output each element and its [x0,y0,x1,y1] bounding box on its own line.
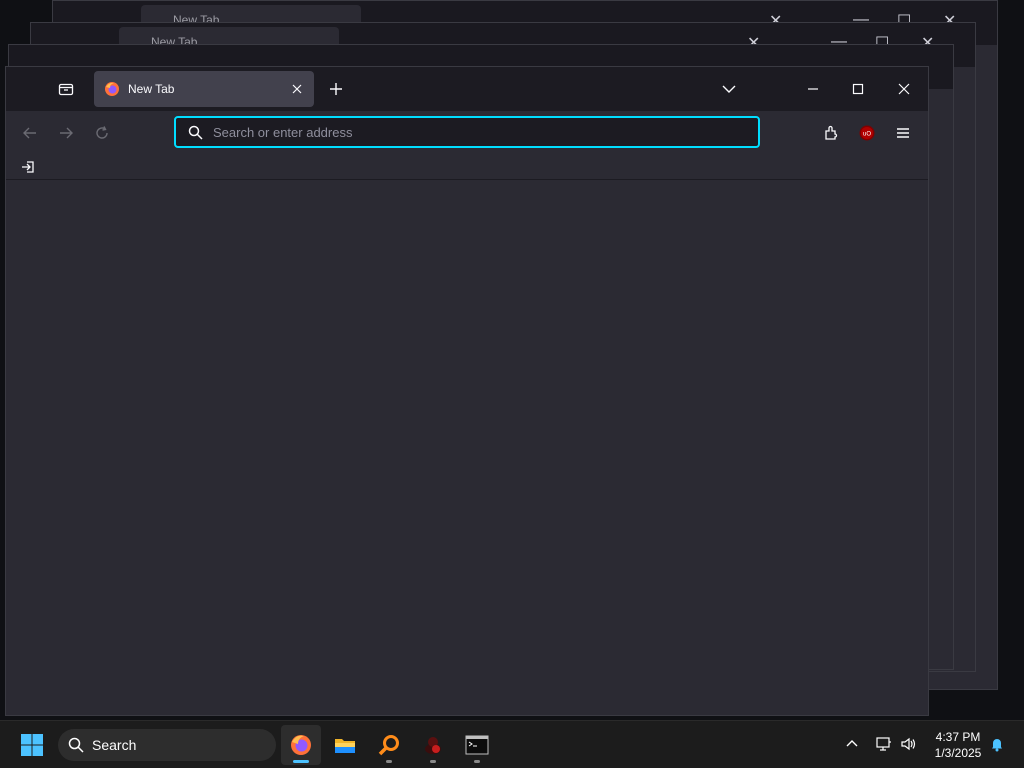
forward-icon[interactable] [52,119,80,147]
taskbar: Search 4:37 PM 1/3/2025 [0,720,1024,768]
ghidra-icon [425,737,441,754]
taskbar-file-explorer[interactable] [325,725,365,765]
search-app-icon [378,735,399,756]
start-button[interactable] [12,725,52,765]
taskbar-search-label: Search [92,737,137,753]
close-tab-icon[interactable] [288,80,306,98]
ublock-badge: uO [863,132,871,138]
reload-icon[interactable] [88,119,116,147]
new-tab-icon[interactable] [322,75,350,103]
import-bookmarks-icon[interactable] [14,153,42,181]
tab-new-tab[interactable]: New Tab [94,71,314,107]
running-indicator [474,760,480,763]
clock-time: 4:37 PM [935,730,981,744]
tab-title: New Tab [128,82,175,96]
menu-icon[interactable] [889,119,917,147]
firefox-icon [291,735,311,755]
volume-icon[interactable] [897,733,919,755]
firefox-icon [105,82,119,96]
close-window-icon[interactable] [890,75,918,103]
running-indicator [386,760,392,763]
system-clock[interactable]: 4:37 PM 1/3/2025 [928,729,988,761]
bookmarks-toolbar [6,155,928,180]
list-all-tabs-icon[interactable] [715,75,743,103]
taskbar-firefox[interactable] [281,725,321,765]
taskbar-search[interactable]: Search [58,729,276,761]
firefox-view-icon[interactable] [52,75,80,103]
nav-toolbar: uO [6,111,928,155]
tab-strip: New Tab [6,67,928,111]
notification-bell-icon[interactable] [986,733,1008,755]
minimize-icon[interactable] [799,75,827,103]
taskbar-search-app[interactable] [369,725,409,765]
running-indicator [430,760,436,763]
address-input[interactable] [213,124,733,140]
address-bar[interactable] [174,116,760,148]
show-hidden-icons-chevron-icon[interactable] [841,733,863,755]
browser-window[interactable]: New Tab Search or enter address uO [5,66,929,716]
search-icon [188,125,203,140]
windows-icon [21,734,43,756]
clock-date: 1/3/2025 [934,746,982,760]
ublock-origin-icon[interactable]: uO [853,119,881,147]
search-icon [68,737,84,753]
maximize-icon[interactable] [844,75,872,103]
extensions-icon[interactable] [817,119,845,147]
file-explorer-icon [335,739,355,753]
taskbar-ghidra[interactable] [413,725,453,765]
taskbar-terminal[interactable] [457,725,497,765]
back-icon[interactable] [16,119,44,147]
network-icon[interactable] [873,733,895,755]
active-indicator [293,760,309,763]
terminal-icon [465,735,489,755]
page-content[interactable] [6,180,928,715]
